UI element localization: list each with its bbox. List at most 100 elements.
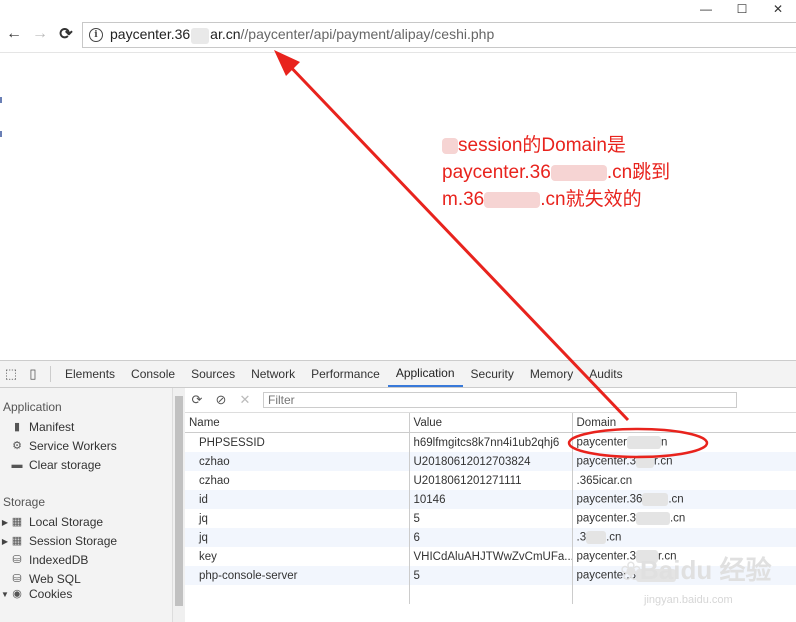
sidebar-item-manifest[interactable]: ▮ Manifest bbox=[0, 418, 172, 437]
redaction-blur bbox=[586, 531, 607, 544]
expand-arrow-icon[interactable]: ▶ bbox=[0, 532, 10, 551]
tab-network[interactable]: Network bbox=[243, 361, 303, 387]
sidebar-item-session-storage[interactable]: ▶ ▦ Session Storage bbox=[0, 532, 172, 551]
column-header-name[interactable]: Name bbox=[185, 413, 410, 433]
reload-button[interactable]: ⟳ bbox=[56, 24, 76, 44]
watermark-brand: Baidu 经验 bbox=[640, 555, 772, 585]
sidebar-section-storage: Storage bbox=[3, 495, 46, 509]
url-text: paycenter.36 ar.cn//paycenter/api/payment… bbox=[110, 26, 495, 44]
cookie-value: h69lfmgitcs8k7nn4i1ub2qhj6 bbox=[409, 432, 573, 452]
cookie-domain: paycenter.3 r.cn bbox=[572, 452, 796, 471]
edge-mark bbox=[0, 97, 2, 103]
table-row[interactable]: czhao U2018061201271111 .365icar.cn bbox=[185, 471, 796, 490]
cookie-name: id bbox=[185, 490, 410, 509]
tab-memory[interactable]: Memory bbox=[522, 361, 581, 387]
close-button[interactable]: ✕ bbox=[760, 0, 796, 18]
maximize-button[interactable]: ☐ bbox=[724, 0, 760, 18]
cookie-name: key bbox=[185, 547, 410, 566]
redaction-blur bbox=[442, 137, 458, 154]
filter-bar: ⟳ ⊘ ✕ bbox=[185, 388, 796, 413]
tab-console[interactable]: Console bbox=[123, 361, 183, 387]
tab-performance[interactable]: Performance bbox=[303, 361, 388, 387]
redaction-blur bbox=[642, 493, 669, 506]
url-host-end: ar.cn bbox=[210, 26, 241, 43]
application-sidebar: Application ▮ Manifest ⚙ Service Workers… bbox=[0, 388, 172, 622]
cookie-value: 5 bbox=[409, 566, 573, 585]
cookie-domain: .365icar.cn bbox=[572, 471, 796, 490]
trash-icon: ▬ bbox=[11, 459, 23, 471]
redaction-blur bbox=[550, 164, 607, 181]
refresh-icon[interactable]: ⟳ bbox=[185, 392, 209, 408]
gear-icon: ⚙ bbox=[12, 440, 22, 452]
tab-audits[interactable]: Audits bbox=[581, 361, 630, 387]
cookie-domain: .3 .cn bbox=[572, 528, 796, 547]
info-icon[interactable]: i bbox=[89, 28, 103, 42]
table-row[interactable]: PHPSESSID h69lfmgitcs8k7nn4i1ub2qhj6 pay… bbox=[185, 432, 796, 452]
filter-input[interactable] bbox=[263, 392, 737, 408]
browser-toolbar: ← → ⟳ i paycenter.36 ar.cn//paycenter/api… bbox=[0, 18, 796, 52]
watermark-url: jingyan.baidu.com bbox=[644, 594, 733, 606]
cookie-value: U2018061201270382​4 bbox=[409, 452, 573, 471]
table-row[interactable]: jq 6 .3 .cn bbox=[185, 528, 796, 547]
table-row[interactable]: id 10146 paycenter.36 .cn bbox=[185, 490, 796, 509]
back-button[interactable]: ← bbox=[4, 24, 24, 44]
tab-sources[interactable]: Sources bbox=[183, 361, 243, 387]
table-row[interactable]: czhao U2018061201270382​4 paycenter.3 r.c… bbox=[185, 452, 796, 471]
column-header-value[interactable]: Value bbox=[409, 413, 573, 433]
clear-all-icon[interactable]: ⊘ bbox=[209, 392, 233, 408]
annotation-line-3: m.36 .cn就失效的 bbox=[442, 189, 642, 210]
divider bbox=[50, 366, 51, 382]
cookie-name: czhao bbox=[185, 452, 410, 471]
window-controls: — ☐ ✕ bbox=[688, 0, 796, 18]
tab-elements[interactable]: Elements bbox=[57, 361, 123, 387]
cookie-name: czhao bbox=[185, 471, 410, 490]
cookie-icon: ◉ bbox=[12, 588, 22, 600]
cookie-value: 5 bbox=[409, 509, 573, 528]
url-path: //paycenter/api/payment/alipay/ceshi.php bbox=[240, 26, 495, 43]
redaction-blur bbox=[627, 436, 662, 449]
sidebar-item-cookies[interactable]: ▼ ◉ Cookies bbox=[0, 585, 172, 604]
cookie-domain: paycenter.3 .cn bbox=[572, 509, 796, 528]
cookie-value: 10146 bbox=[409, 490, 573, 509]
edge-mark bbox=[0, 131, 2, 137]
watermark-logo: ❀ Baidu 经验 jingyan.baidu.com bbox=[590, 548, 790, 618]
sidebar-section-application: Application bbox=[3, 400, 62, 414]
sidebar-item-local-storage[interactable]: ▶ ▦ Local Storage bbox=[0, 513, 172, 532]
sidebar-item-indexeddb[interactable]: ⛁ IndexedDB bbox=[0, 551, 172, 570]
paw-icon: ❀ bbox=[620, 556, 642, 586]
redaction-blur bbox=[191, 27, 210, 44]
table-row[interactable]: jq 5 paycenter.3 .cn bbox=[185, 509, 796, 528]
cookie-domain: paycenter n bbox=[572, 432, 796, 452]
minimize-button[interactable]: — bbox=[688, 0, 724, 18]
annotation-line-1: session的Domain是 bbox=[442, 132, 732, 159]
annotation-text: session的Domain是 paycenter.36 .cn跳到 m.36 .c… bbox=[442, 132, 732, 213]
scrollbar-thumb[interactable] bbox=[175, 396, 183, 606]
expand-arrow-icon[interactable]: ▼ bbox=[0, 585, 10, 604]
expand-arrow-icon[interactable]: ▶ bbox=[0, 513, 10, 532]
sidebar-scrollbar[interactable] bbox=[172, 388, 185, 622]
sidebar-item-service-workers[interactable]: ⚙ Service Workers bbox=[0, 437, 172, 456]
column-header-domain[interactable]: Domain bbox=[572, 413, 796, 433]
url-host: paycenter.36 bbox=[110, 26, 191, 43]
file-icon: ▮ bbox=[13, 421, 21, 433]
sidebar-item-clear-storage[interactable]: ▬ Clear storage bbox=[0, 456, 172, 475]
inspect-element-icon[interactable]: ⬚ bbox=[0, 361, 22, 387]
delete-selected-icon[interactable]: ✕ bbox=[233, 392, 257, 408]
cookie-name: php-console-server bbox=[185, 566, 410, 585]
cookie-value: VHICdAluAHJTWwZvCmUFa... bbox=[409, 547, 573, 566]
cookie-name: PHPSESSID bbox=[185, 432, 410, 452]
cookie-value: 6 bbox=[409, 528, 573, 547]
devtools-tab-bar: ⬚ ▯ Elements Console Sources Network Per… bbox=[0, 361, 796, 388]
device-toolbar-icon[interactable]: ▯ bbox=[22, 361, 44, 387]
cookie-name: jq bbox=[185, 509, 410, 528]
tab-application[interactable]: Application bbox=[387, 361, 463, 387]
cookie-domain: paycenter.36 .cn bbox=[572, 490, 796, 509]
address-bar[interactable]: i paycenter.36 ar.cn//paycenter/api/payme… bbox=[82, 22, 796, 48]
redaction-blur bbox=[635, 512, 670, 525]
tab-security[interactable]: Security bbox=[463, 361, 522, 387]
forward-button[interactable]: → bbox=[30, 24, 50, 44]
annotation-line-2: paycenter.36 .cn跳到 bbox=[442, 162, 671, 183]
grid-icon: ▦ bbox=[11, 535, 23, 547]
redaction-blur bbox=[635, 455, 654, 468]
cookie-value: U2018061201271111 bbox=[409, 471, 573, 490]
